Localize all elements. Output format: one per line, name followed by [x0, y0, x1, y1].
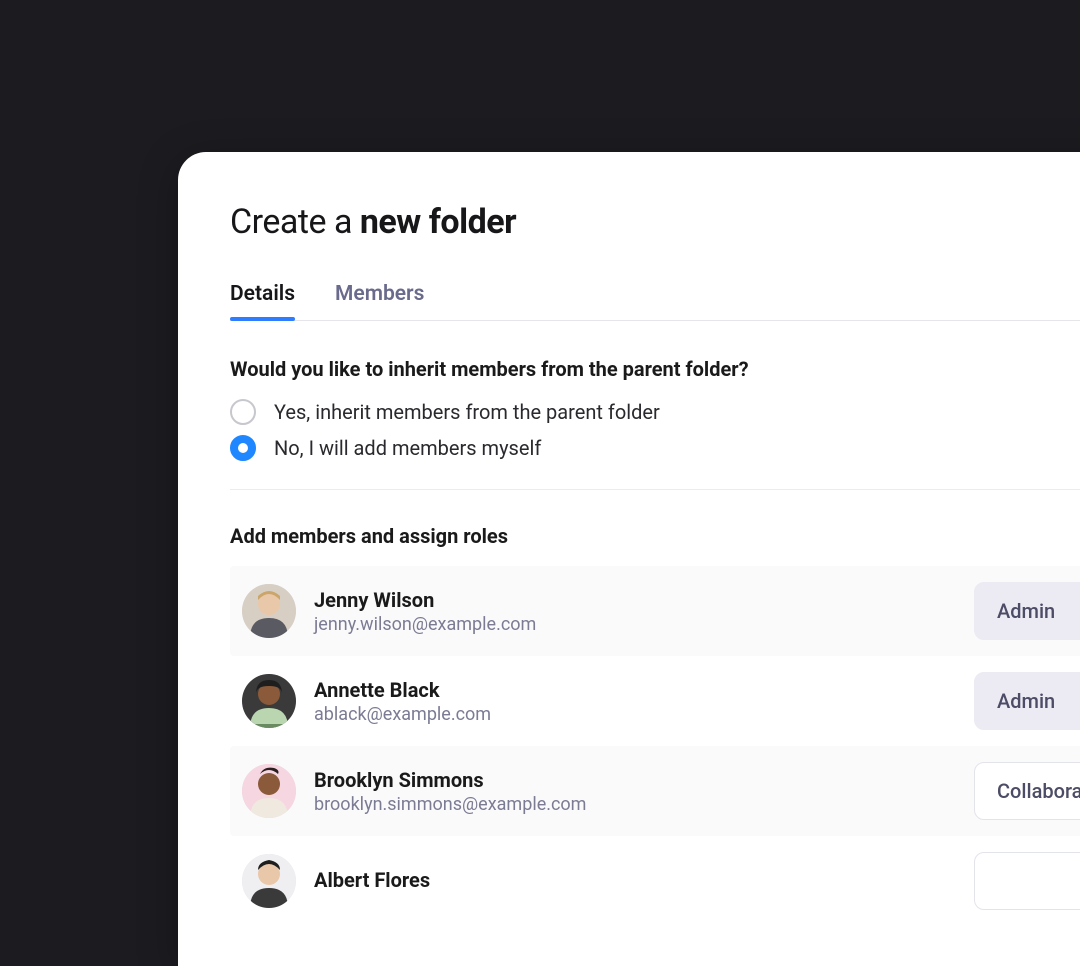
divider: [230, 489, 1080, 490]
page-title: Create a new folder: [230, 202, 1080, 242]
member-info: Annette Black ablack@example.com: [314, 678, 956, 725]
inherit-question: Would you like to inherit members from t…: [230, 357, 1080, 381]
role-select[interactable]: Admin: [974, 672, 1080, 730]
member-info: Brooklyn Simmons brooklyn.simmons@exampl…: [314, 768, 956, 815]
member-name: Annette Black: [314, 678, 956, 702]
member-name: Jenny Wilson: [314, 588, 956, 612]
tab-details[interactable]: Details: [230, 282, 295, 320]
avatar: [242, 674, 296, 728]
member-info: Jenny Wilson jenny.wilson@example.com: [314, 588, 956, 635]
member-email: ablack@example.com: [314, 704, 956, 725]
radio-icon: [230, 435, 256, 461]
member-email: brooklyn.simmons@example.com: [314, 794, 956, 815]
member-row: Brooklyn Simmons brooklyn.simmons@exampl…: [230, 746, 1080, 836]
create-folder-panel: Create a new folder Details Members Woul…: [178, 152, 1080, 966]
avatar: [242, 764, 296, 818]
tab-members[interactable]: Members: [335, 282, 424, 320]
radio-inherit-yes[interactable]: Yes, inherit members from the parent fol…: [230, 399, 1080, 425]
radio-label: No, I will add members myself: [274, 436, 541, 460]
title-prefix: Create a: [230, 202, 360, 242]
inherit-radio-group: Yes, inherit members from the parent fol…: [230, 399, 1080, 461]
members-list: Jenny Wilson jenny.wilson@example.com Ad…: [230, 566, 1080, 926]
member-name: Albert Flores: [314, 868, 956, 892]
member-email: jenny.wilson@example.com: [314, 614, 956, 635]
member-info: Albert Flores: [314, 868, 956, 894]
avatar-icon: [242, 764, 296, 818]
add-members-heading: Add members and assign roles: [230, 524, 1080, 548]
title-bold: new folder: [360, 202, 516, 242]
radio-inherit-no[interactable]: No, I will add members myself: [230, 435, 1080, 461]
radio-label: Yes, inherit members from the parent fol…: [274, 400, 660, 424]
member-row: Jenny Wilson jenny.wilson@example.com Ad…: [230, 566, 1080, 656]
member-row: Annette Black ablack@example.com Admin: [230, 656, 1080, 746]
avatar: [242, 584, 296, 638]
role-select[interactable]: [974, 852, 1080, 910]
avatar-icon: [242, 584, 296, 638]
role-select[interactable]: Admin: [974, 582, 1080, 640]
member-row: Albert Flores: [230, 836, 1080, 926]
avatar-icon: [242, 674, 296, 728]
radio-icon: [230, 399, 256, 425]
member-name: Brooklyn Simmons: [314, 768, 956, 792]
role-select[interactable]: Collaborator: [974, 762, 1080, 820]
tabs: Details Members: [230, 282, 1080, 321]
